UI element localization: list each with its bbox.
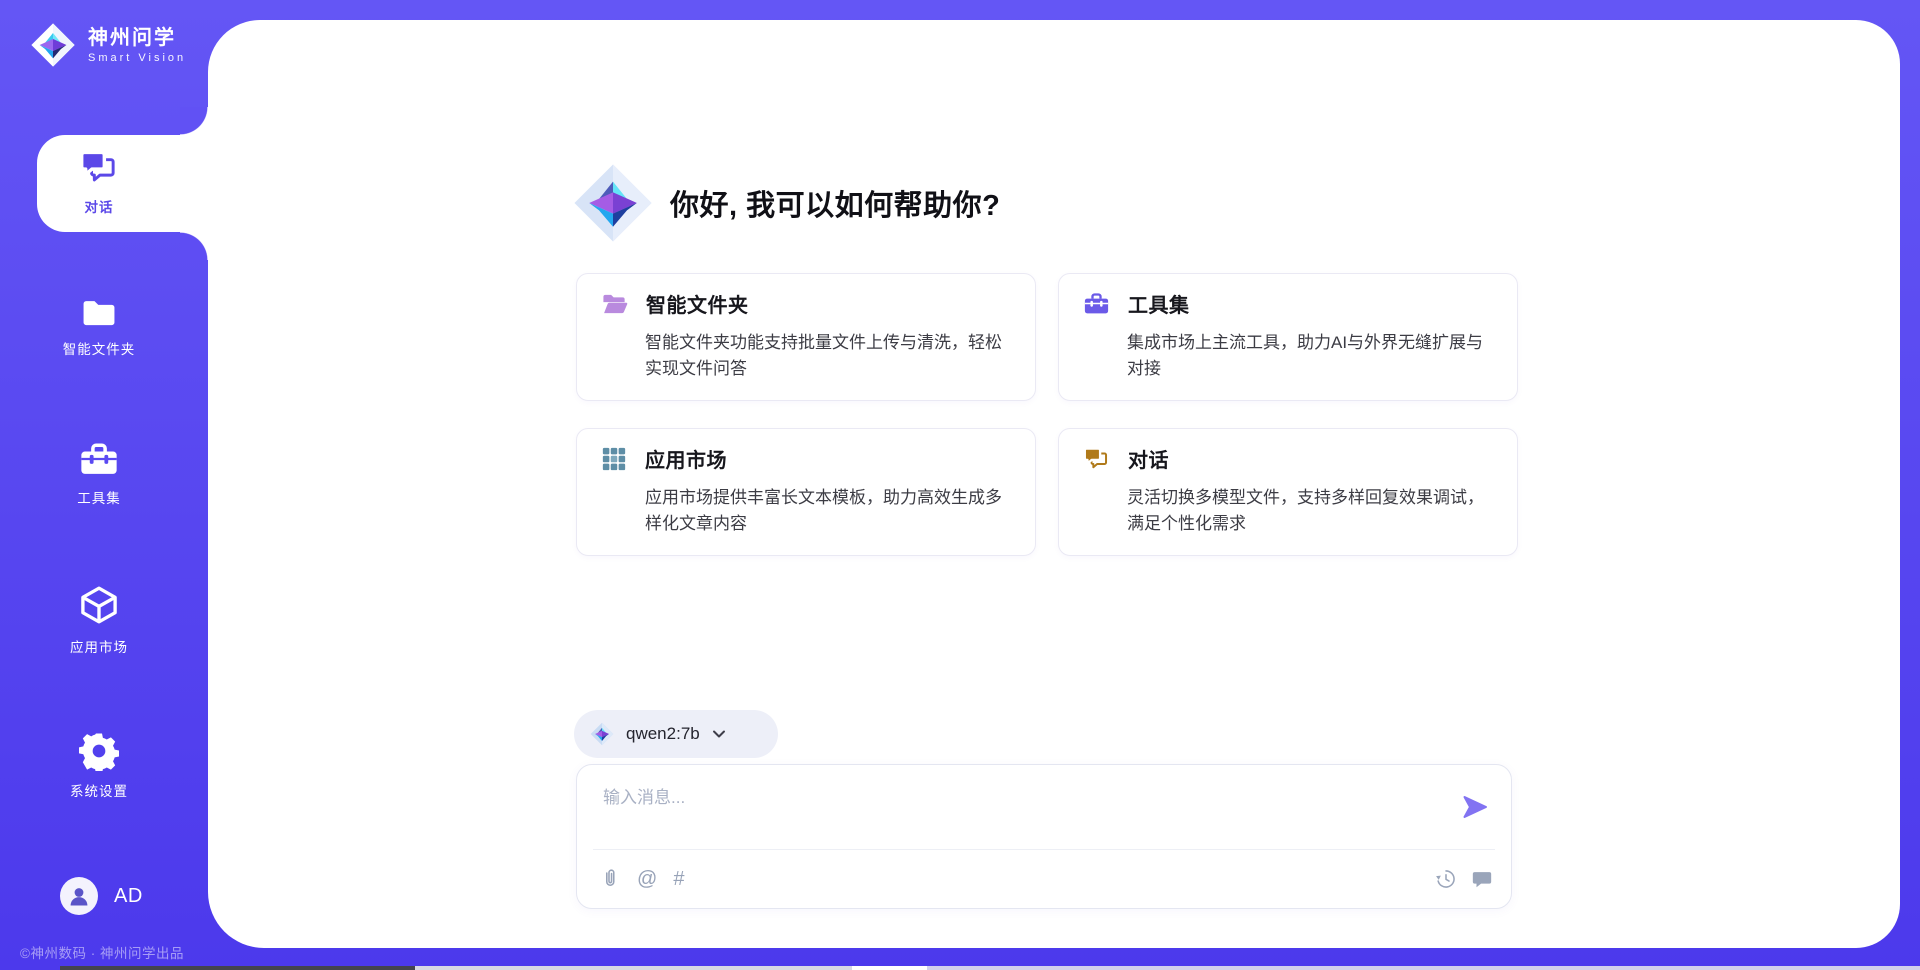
chevron-down-icon [712,730,726,739]
avatar [60,877,98,915]
sidebar-item-label: 智能文件夹 [63,338,136,358]
chat-bubbles-icon [1083,445,1110,472]
sidebar-item-label: 对话 [85,196,114,216]
user-menu[interactable]: AD [60,877,143,915]
feature-cards: 智能文件夹 智能文件夹功能支持批量文件上传与清洗，轻松实现文件问答 [576,273,1518,556]
composer-toolbar: @ # [599,850,1493,908]
brand-subtitle: Smart Vision [88,52,186,64]
card-title: 工具集 [1128,289,1190,318]
model-selector[interactable]: qwen2:7b [574,710,778,758]
folder-icon [80,295,118,329]
sidebar-item-label: 系统设置 [70,780,128,800]
brand-diamond-icon [30,22,76,68]
history-clock-icon[interactable] [1435,868,1457,890]
sidebar-item-smart-folder[interactable]: 智能文件夹 [0,295,198,358]
topic-hash-icon[interactable]: # [673,869,684,889]
bubble-fillet-bottom [180,232,208,260]
sidebar-item-toolset[interactable]: 工具集 [0,440,198,507]
gear-icon [79,731,119,771]
toolbox-icon [1083,291,1110,316]
sidebar-item-app-market[interactable]: 应用市场 [0,583,198,656]
card-title: 应用市场 [645,444,727,473]
card-chat[interactable]: 对话 灵活切换多模型文件，支持多样回复效果调试，满足个性化需求 [1058,428,1518,556]
cube-icon [78,583,120,627]
grid-icon [601,446,627,472]
card-app-market[interactable]: 应用市场 应用市场提供丰富长文本模板，助力高效生成多样化文章内容 [576,428,1036,556]
card-toolset[interactable]: 工具集 集成市场上主流工具，助力AI与外界无缝扩展与对接 [1058,273,1518,401]
person-icon [67,884,91,908]
card-smart-folder[interactable]: 智能文件夹 智能文件夹功能支持批量文件上传与清洗，轻松实现文件问答 [576,273,1036,401]
chat-bubbles-icon [79,147,119,187]
folder-open-icon [601,292,628,316]
hero-diamond-icon [572,162,654,244]
bubble-fillet-top [180,107,208,135]
card-description: 灵活切换多模型文件，支持多样回复效果调试，满足个性化需求 [1127,485,1499,537]
message-input[interactable] [601,781,1425,843]
toolbox-icon [78,440,120,478]
hero: 你好, 我可以如何帮助你? [572,162,1000,244]
sidebar-item-label: 工具集 [77,487,121,507]
greeting-text: 你好, 我可以如何帮助你? [670,182,1000,224]
user-initials: AD [114,885,143,908]
model-diamond-icon [590,722,614,746]
attachment-paperclip-icon[interactable] [599,867,621,891]
card-description: 集成市场上主流工具，助力AI与外界无缝扩展与对接 [1127,330,1499,382]
card-description: 智能文件夹功能支持批量文件上传与清洗，轻松实现文件问答 [645,330,1017,382]
brand-title: 神州问学 [88,26,186,50]
card-title: 智能文件夹 [646,289,749,318]
brand-logo: 神州问学 Smart Vision [30,22,186,68]
app-window: 神州问学 Smart Vision 对话 智能文件夹 [0,0,1920,970]
card-title: 对话 [1128,444,1169,473]
copyright-text: ©神州数码 · 神州问学出品 [20,942,184,962]
send-icon[interactable] [1461,793,1489,821]
sidebar-item-settings[interactable]: 系统设置 [0,731,198,800]
sidebar-item-chat[interactable]: 对话 [0,147,198,216]
mention-at-icon[interactable]: @ [637,869,657,889]
bottom-window-edge [0,966,1920,970]
model-name: qwen2:7b [626,724,700,744]
sidebar: 神州问学 Smart Vision 对话 智能文件夹 [0,0,208,970]
card-description: 应用市场提供丰富长文本模板，助力高效生成多样化文章内容 [645,485,1017,537]
sidebar-item-label: 应用市场 [70,636,128,656]
chat-bubble-solid-icon[interactable] [1471,868,1493,890]
message-composer: @ # [576,764,1512,909]
main-panel: 你好, 我可以如何帮助你? 智能文件夹 智能文件夹功能支持批量文件上传与清洗，轻… [208,20,1900,948]
